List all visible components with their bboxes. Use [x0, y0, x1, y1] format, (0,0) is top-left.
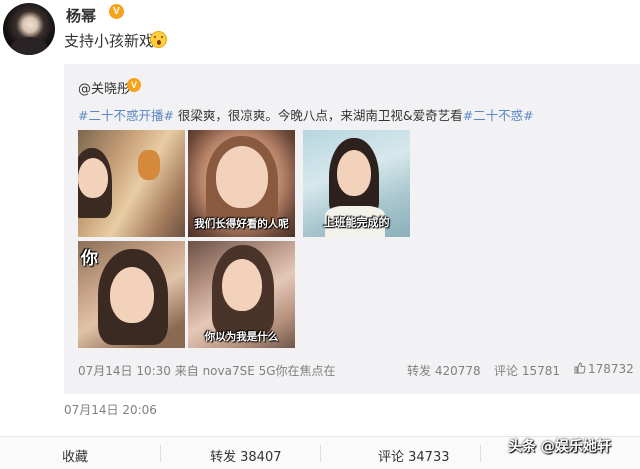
original-repost-count[interactable]: 转发 420778 — [407, 362, 481, 379]
image-caption: 我们长得好看的人呢 — [194, 218, 289, 230]
watermark-text: 头条 @娱乐她轩 — [508, 439, 611, 455]
reposted-card: @关晓彤 V #二十不惑开播# 很梁爽，很凉爽。今晚八点，来湖南卫视&爱奇艺看#… — [64, 64, 640, 394]
divider — [160, 445, 161, 462]
image-caption: 你以为我是什么 — [204, 331, 279, 343]
original-post-body: 很梁爽，很凉爽。今晚八点，来湖南卫视&爱奇艺看 — [173, 108, 463, 123]
original-post-date-source[interactable]: 07月14日 10:30 来自 nova7SE 5G你在焦点在 — [78, 362, 336, 379]
original-like-button[interactable]: 178732 — [574, 362, 634, 376]
image-thumbnail-3[interactable]: 上班能完成的 — [303, 130, 410, 237]
image-thumbnail-4[interactable]: 你 — [78, 241, 185, 348]
post-text: 支持小孩新戏 — [64, 32, 155, 50]
image-caption: 上班能完成的 — [323, 216, 390, 229]
original-author-link[interactable]: @关晓彤 — [78, 78, 130, 97]
favorite-button[interactable]: 收藏 — [62, 446, 88, 465]
verified-icon: V — [109, 4, 124, 19]
thumbs-up-icon — [574, 362, 586, 374]
avatar[interactable] — [3, 3, 55, 55]
repost-button[interactable]: 转发 38407 — [210, 446, 282, 465]
original-like-count: 178732 — [588, 362, 634, 376]
comment-button[interactable]: 评论 34733 — [378, 446, 450, 465]
hashtag-link[interactable]: #二十不惑开播# — [78, 108, 174, 123]
divider — [320, 445, 321, 462]
image-caption: 你 — [81, 249, 98, 269]
image-thumbnail-1[interactable] — [78, 130, 185, 237]
divider — [480, 445, 481, 462]
original-post-text: #二十不惑开播# 很梁爽，很凉爽。今晚八点，来湖南卫视&爱奇艺看#二十不惑# — [78, 105, 534, 124]
post-author-name[interactable]: 杨幂 — [66, 5, 96, 26]
image-thumbnail-2[interactable]: 我们长得好看的人呢 — [188, 130, 295, 237]
verified-icon: V — [127, 78, 141, 92]
post-timestamp[interactable]: 07月14日 20:06 — [64, 401, 157, 418]
image-thumbnail-5[interactable]: 你以为我是什么 — [188, 241, 295, 348]
original-comment-count[interactable]: 评论 15781 — [494, 362, 560, 379]
scream-face-icon — [150, 31, 167, 48]
hashtag-link[interactable]: #二十不惑# — [463, 108, 534, 123]
